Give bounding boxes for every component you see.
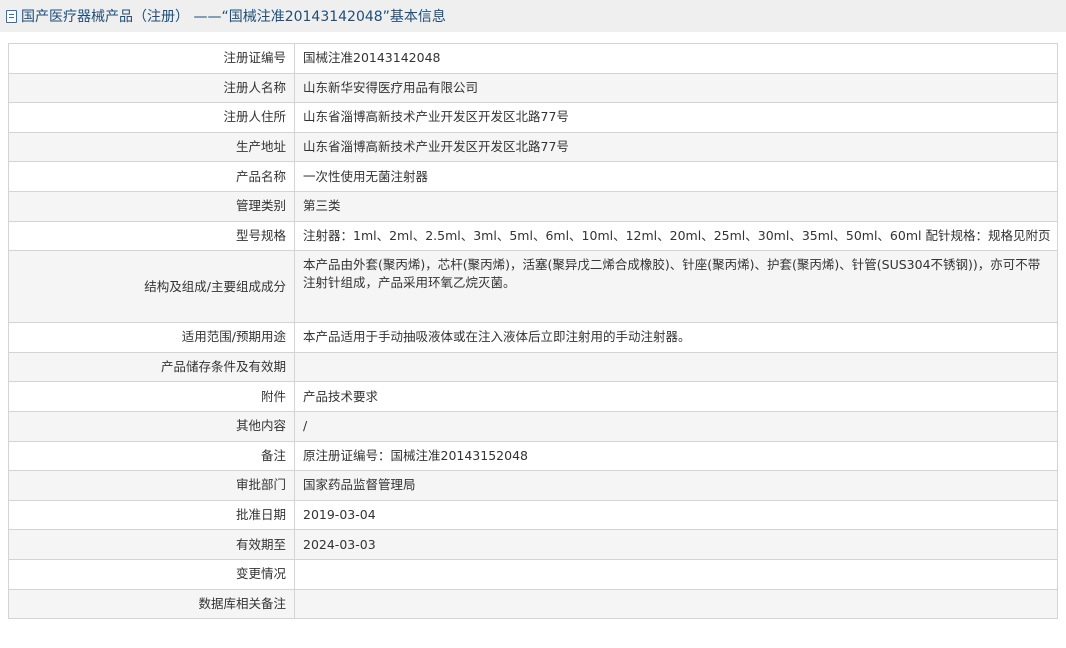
row-label: 产品储存条件及有效期 bbox=[8, 351, 295, 383]
table-row: 注册证编号 国械注准20143142048 bbox=[8, 43, 1058, 74]
table-row: 其他内容 / bbox=[8, 410, 1058, 442]
row-label: 备注 bbox=[8, 440, 295, 472]
table-row: 型号规格 注射器：1ml、2ml、2.5ml、3ml、5ml、6ml、10ml、… bbox=[8, 220, 1058, 252]
row-label: 有效期至 bbox=[8, 529, 295, 560]
row-label: 附件 bbox=[8, 381, 295, 412]
row-label: 注册证编号 bbox=[8, 43, 295, 74]
row-label: 产品名称 bbox=[8, 161, 295, 192]
row-label: 结构及组成/主要组成成分 bbox=[8, 250, 295, 324]
row-label: 管理类别 bbox=[8, 190, 295, 222]
row-label: 审批部门 bbox=[8, 470, 295, 501]
row-label: 型号规格 bbox=[8, 220, 295, 252]
table-row: 结构及组成/主要组成成分 本产品由外套(聚丙烯)，芯杆(聚丙烯)，活塞(聚异戊二… bbox=[8, 250, 1058, 324]
row-label: 生产地址 bbox=[8, 131, 295, 163]
table-row: 批准日期 2019-03-04 bbox=[8, 499, 1058, 531]
table-row: 变更情况 bbox=[8, 558, 1058, 590]
table-row: 审批部门 国家药品监督管理局 bbox=[8, 470, 1058, 501]
row-label: 适用范围/预期用途 bbox=[8, 322, 295, 353]
row-value: / bbox=[294, 410, 1058, 442]
table-row: 有效期至 2024-03-03 bbox=[8, 529, 1058, 560]
row-value: 2019-03-04 bbox=[294, 499, 1058, 531]
row-value: 第三类 bbox=[294, 190, 1058, 222]
row-value: 山东新华安得医疗用品有限公司 bbox=[294, 72, 1058, 104]
row-value: 一次性使用无菌注射器 bbox=[294, 161, 1058, 192]
row-value: 国械注准20143142048 bbox=[294, 43, 1058, 74]
row-value: 注射器：1ml、2ml、2.5ml、3ml、5ml、6ml、10ml、12ml、… bbox=[294, 220, 1058, 252]
table-row: 适用范围/预期用途 本产品适用于手动抽吸液体或在注入液体后立即注射用的手动注射器… bbox=[8, 322, 1058, 353]
document-icon bbox=[6, 9, 17, 23]
table-row: 备注 原注册证编号：国械注准20143152048 bbox=[8, 440, 1058, 472]
row-value: 山东省淄博高新技术产业开发区开发区北路77号 bbox=[294, 131, 1058, 163]
row-value: 2024-03-03 bbox=[294, 529, 1058, 560]
row-label: 变更情况 bbox=[8, 558, 295, 590]
row-value bbox=[294, 558, 1058, 590]
table-row: 产品名称 一次性使用无菌注射器 bbox=[8, 161, 1058, 192]
row-value bbox=[294, 351, 1058, 383]
row-value bbox=[294, 588, 1058, 620]
row-label: 批准日期 bbox=[8, 499, 295, 531]
row-label: 数据库相关备注 bbox=[8, 588, 295, 620]
row-value: 产品技术要求 bbox=[294, 381, 1058, 412]
table-row: 产品储存条件及有效期 bbox=[8, 351, 1058, 383]
detail-table: 注册证编号 国械注准20143142048 注册人名称 山东新华安得医疗用品有限… bbox=[8, 43, 1058, 620]
table-row: 管理类别 第三类 bbox=[8, 190, 1058, 222]
row-value: 本产品适用于手动抽吸液体或在注入液体后立即注射用的手动注射器。 bbox=[294, 322, 1058, 353]
table-row: 生产地址 山东省淄博高新技术产业开发区开发区北路77号 bbox=[8, 131, 1058, 163]
page-title: 国产医疗器械产品（注册） ——“国械注准20143142048”基本信息 bbox=[21, 9, 446, 25]
row-label: 其他内容 bbox=[8, 410, 295, 442]
page-header: 国产医疗器械产品（注册） ——“国械注准20143142048”基本信息 bbox=[0, 0, 1066, 32]
row-value: 山东省淄博高新技术产业开发区开发区北路77号 bbox=[294, 102, 1058, 133]
row-value: 国家药品监督管理局 bbox=[294, 470, 1058, 501]
table-row: 数据库相关备注 bbox=[8, 588, 1058, 620]
table-row: 附件 产品技术要求 bbox=[8, 381, 1058, 412]
table-row: 注册人住所 山东省淄博高新技术产业开发区开发区北路77号 bbox=[8, 102, 1058, 133]
row-label: 注册人名称 bbox=[8, 72, 295, 104]
table-row: 注册人名称 山东新华安得医疗用品有限公司 bbox=[8, 72, 1058, 104]
row-value: 本产品由外套(聚丙烯)，芯杆(聚丙烯)，活塞(聚异戊二烯合成橡胶)、针座(聚丙烯… bbox=[294, 250, 1058, 324]
row-value: 原注册证编号：国械注准20143152048 bbox=[294, 440, 1058, 472]
row-label: 注册人住所 bbox=[8, 102, 295, 133]
